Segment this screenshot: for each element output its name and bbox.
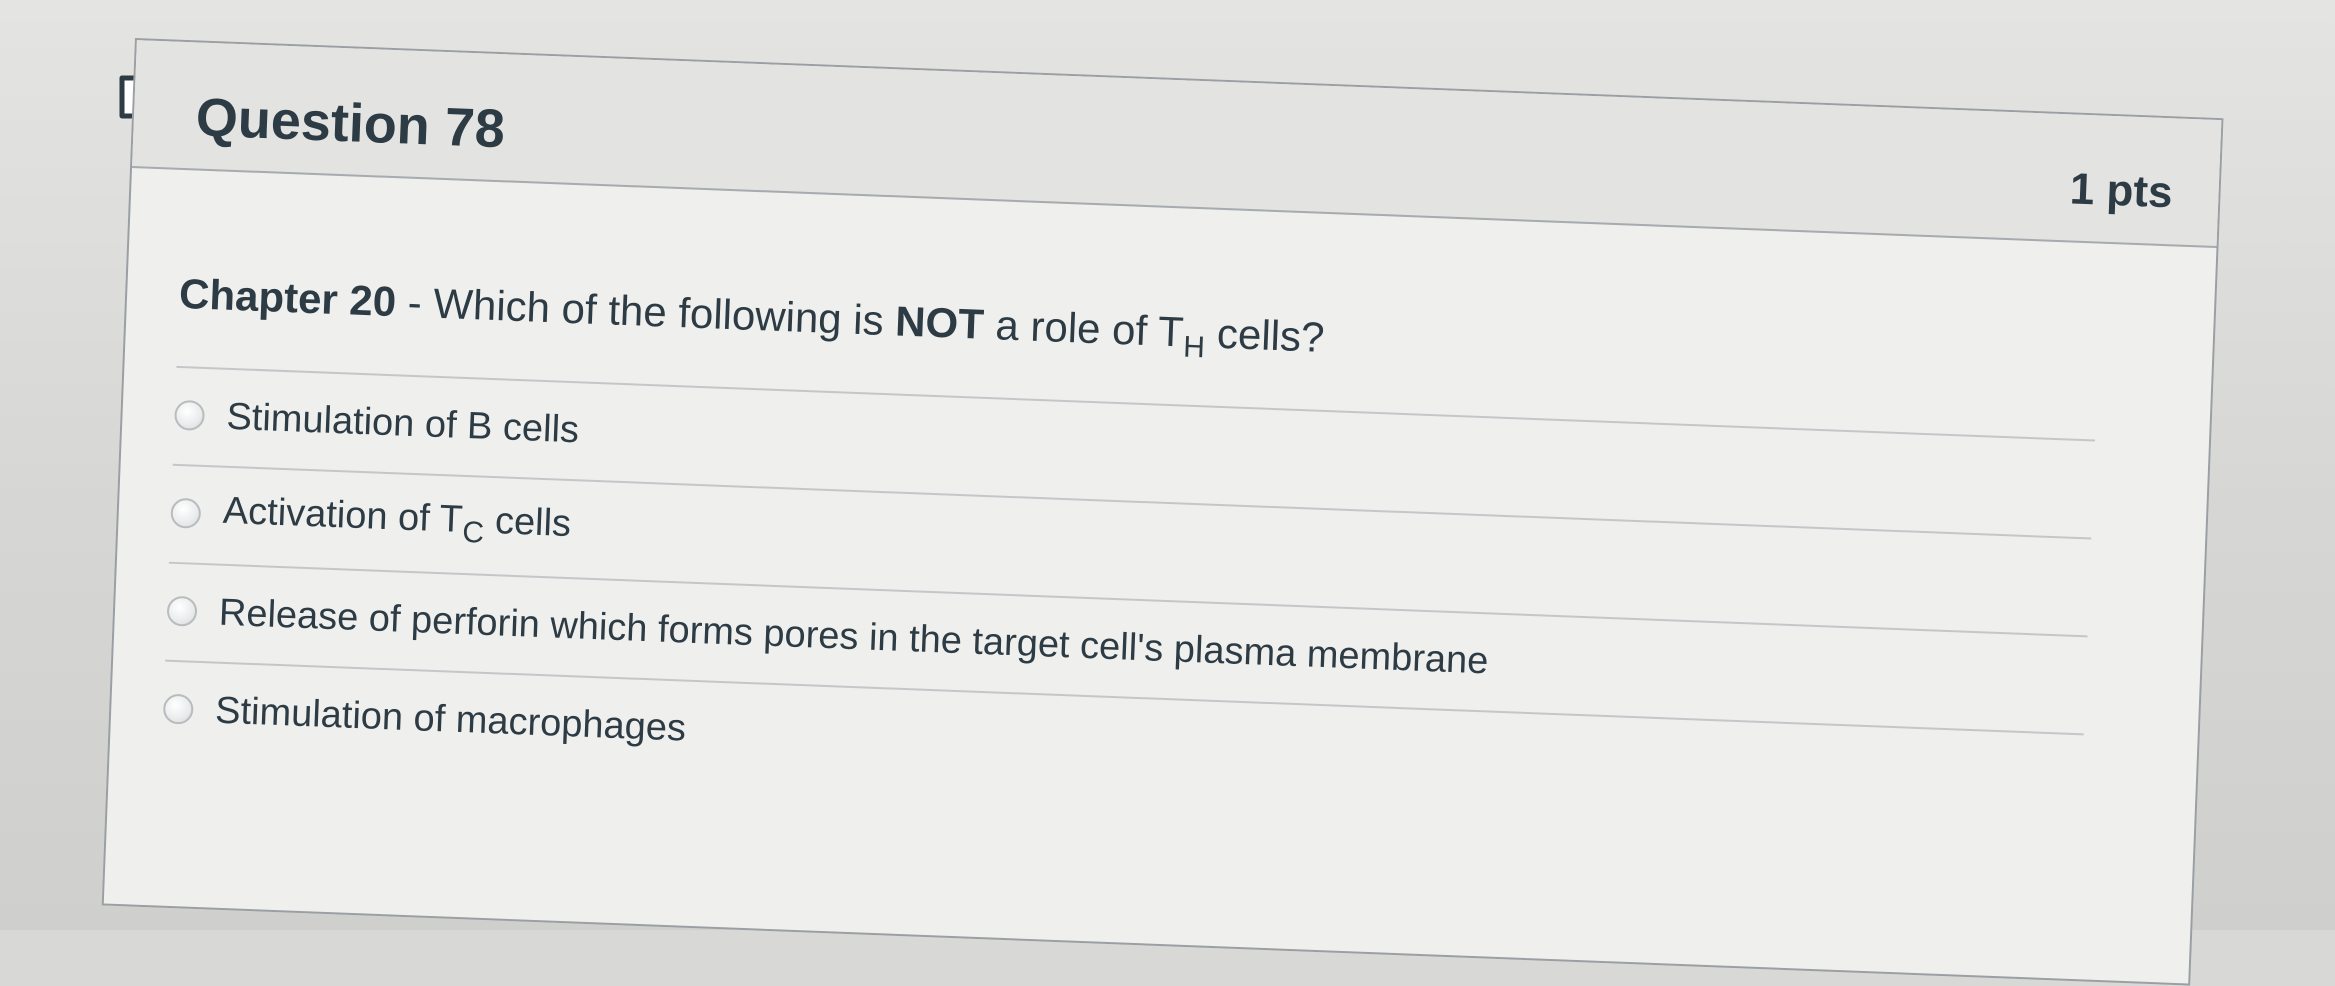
question-card: Question 78 1 pts Chapter 20 - Which of …	[101, 38, 2224, 986]
question-chapter: Chapter 20	[178, 269, 398, 326]
radio-button[interactable]	[162, 693, 194, 725]
answer-option-4[interactable]: Stimulation of macrophages	[162, 674, 687, 764]
radio-button[interactable]	[173, 399, 206, 431]
answer-option-3[interactable]: Release of perforin which forms pores in…	[166, 576, 1490, 697]
question-title: Question 78	[194, 87, 506, 160]
question-stem-emphasis: NOT	[894, 297, 985, 348]
answer-label: Stimulation of B cells	[225, 395, 580, 451]
answer-label-subscript: C	[461, 515, 485, 550]
answer-option-2[interactable]: Activation of TC cells	[169, 478, 572, 563]
answer-label: Activation of TC cells	[222, 489, 572, 553]
answer-label-prefix: Activation of T	[222, 489, 464, 541]
question-header: Question 78 1 pts	[132, 40, 2222, 249]
question-text: Chapter 20 - Which of the following is N…	[178, 270, 1325, 370]
question-points: 1 pts	[2068, 164, 2174, 218]
page-background: Question 78 1 pts Chapter 20 - Which of …	[0, 0, 2335, 986]
radio-button[interactable]	[166, 595, 198, 627]
question-stem-subscript: H	[1182, 330, 1206, 365]
answer-label: Stimulation of macrophages	[214, 689, 687, 750]
answer-option-1[interactable]: Stimulation of B cells	[173, 380, 580, 465]
radio-button[interactable]	[170, 497, 202, 529]
question-stem-suffix: cells?	[1204, 309, 1326, 361]
answer-label-suffix: cells	[483, 499, 572, 545]
question-stem-prefix: - Which of the following is	[395, 278, 897, 345]
question-stem-middle: a role of T	[982, 300, 1185, 356]
